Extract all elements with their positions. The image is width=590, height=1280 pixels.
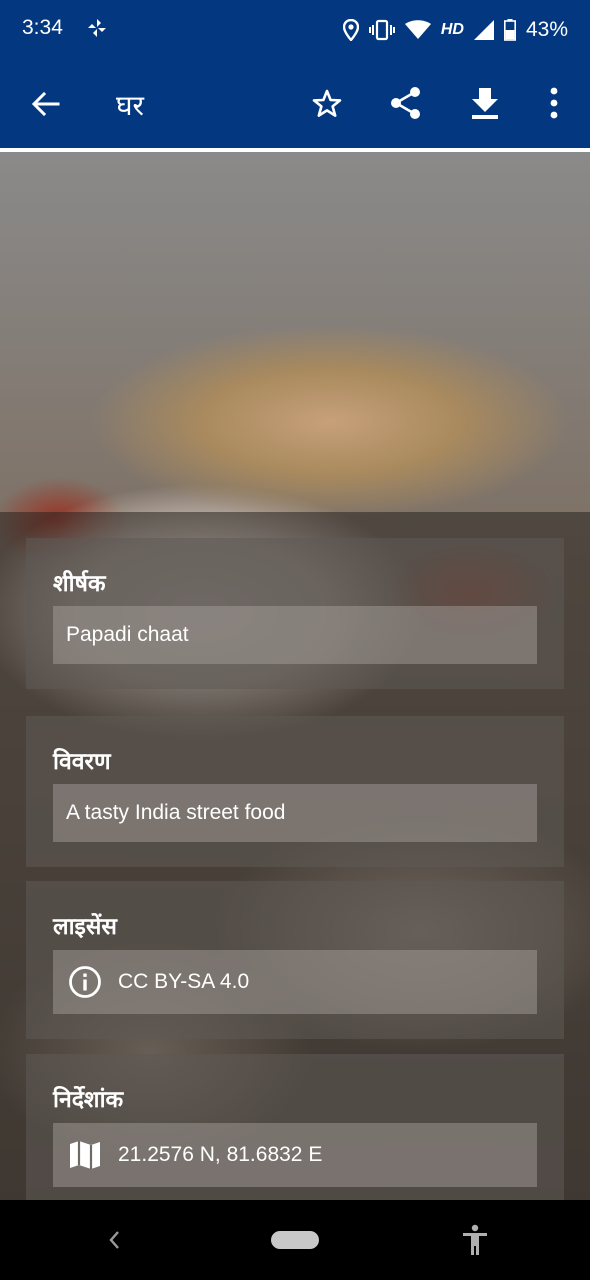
title-label: शीर्षक xyxy=(53,571,106,597)
title-card: शीर्षक Papadi chaat xyxy=(26,538,564,689)
wifi-icon xyxy=(404,20,431,39)
coordinates-value: 21.2576 N, 81.6832 E xyxy=(118,1143,323,1166)
battery-icon xyxy=(503,19,516,41)
share-icon[interactable] xyxy=(389,86,423,120)
vibrate-icon xyxy=(368,19,395,41)
info-icon xyxy=(69,966,101,998)
page-title: घर xyxy=(116,89,145,122)
accessibility-icon[interactable] xyxy=(460,1224,490,1256)
nav-back-icon[interactable] xyxy=(106,1228,124,1252)
signal-icon xyxy=(473,20,494,40)
star-icon[interactable] xyxy=(311,88,343,120)
battery-percent: 43% xyxy=(525,18,568,41)
description-field[interactable]: A tasty India street food xyxy=(53,784,537,842)
description-value: A tasty India street food xyxy=(66,801,286,824)
system-nav-bar xyxy=(0,1200,590,1280)
license-value: CC BY-SA 4.0 xyxy=(118,970,250,993)
coordinates-label: निर्देशांक xyxy=(53,1087,124,1113)
license-label: लाइसेंस xyxy=(53,914,117,940)
coordinates-field[interactable]: 21.2576 N, 81.6832 E xyxy=(53,1123,537,1187)
title-value: Papadi chaat xyxy=(66,623,189,646)
more-vert-icon[interactable] xyxy=(540,86,568,120)
app-bar: घर xyxy=(0,60,590,148)
map-icon xyxy=(70,1141,100,1169)
description-label: विवरण xyxy=(53,749,111,775)
title-field[interactable]: Papadi chaat xyxy=(53,606,537,664)
download-icon[interactable] xyxy=(469,86,501,120)
coordinates-card: निर्देशांक 21.2576 N, 81.6832 E xyxy=(26,1054,564,1200)
location-icon xyxy=(342,19,359,41)
pinwheel-icon xyxy=(88,19,106,37)
description-card: विवरण A tasty India street food xyxy=(26,716,564,867)
status-time: 3:34 xyxy=(22,16,63,39)
status-bar: 3:34 HD 43% xyxy=(0,0,590,60)
license-field[interactable]: CC BY-SA 4.0 xyxy=(53,950,537,1014)
home-pill[interactable] xyxy=(271,1231,319,1249)
status-icons: HD 43% xyxy=(342,14,568,46)
back-arrow-icon[interactable] xyxy=(30,88,62,120)
network-type: HD xyxy=(440,21,464,38)
license-card: लाइसेंस CC BY-SA 4.0 xyxy=(26,881,564,1039)
